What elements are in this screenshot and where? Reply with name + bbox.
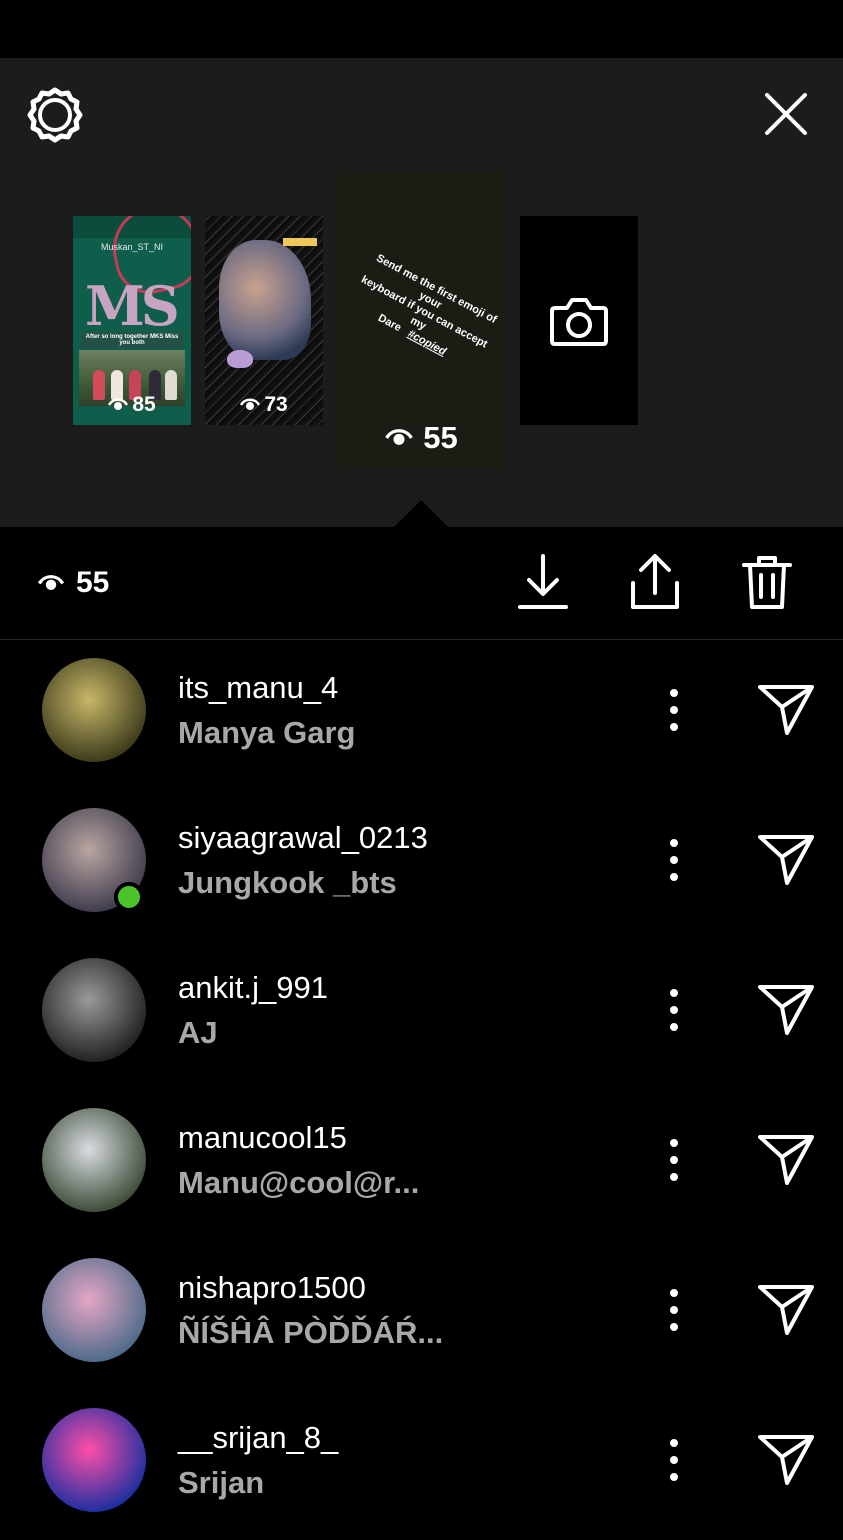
send-icon[interactable] [756, 982, 816, 1038]
close-icon[interactable] [758, 86, 814, 142]
trash-icon[interactable] [738, 550, 796, 614]
avatar[interactable] [42, 1408, 146, 1512]
eye-icon [38, 574, 64, 590]
viewer-row-4[interactable]: manucool15 Manu@cool@r... [0, 1090, 843, 1240]
send-icon[interactable] [756, 682, 816, 738]
viewer-row-5[interactable]: nishapro1500 ÑÍŠĤÂ PÒĎĎÁŔ... [0, 1240, 843, 1390]
selected-story-pointer [393, 500, 449, 528]
status-bar [0, 0, 843, 58]
viewer-full-name: AJ [178, 1015, 218, 1050]
send-icon[interactable] [756, 1132, 816, 1188]
more-options-icon[interactable] [656, 837, 692, 883]
eye-icon [240, 398, 261, 410]
viewer-full-name: Manu@cool@r... [178, 1165, 420, 1200]
more-options-icon[interactable] [656, 687, 692, 733]
camera-icon [550, 297, 608, 346]
viewer-username[interactable]: __srijan_8_ [178, 1420, 338, 1456]
story-1-caption: After so long together MKS Miss you both [81, 332, 183, 348]
viewer-username[interactable]: siyaagrawal_0213 [178, 820, 428, 856]
avatar[interactable] [42, 958, 146, 1062]
story-thumbnail-2[interactable]: 73 [205, 216, 323, 425]
send-icon[interactable] [756, 832, 816, 888]
viewer-username[interactable]: manucool15 [178, 1120, 347, 1156]
story-3-views: 55 [337, 420, 506, 456]
viewer-username[interactable]: nishapro1500 [178, 1270, 366, 1306]
story-3-view-count: 55 [423, 420, 458, 455]
download-icon[interactable] [514, 550, 572, 614]
online-indicator [114, 882, 144, 912]
add-story-camera-tile[interactable] [520, 216, 638, 425]
more-options-icon[interactable] [656, 1437, 692, 1483]
story-2-view-count: 73 [264, 393, 288, 416]
avatar[interactable] [42, 1108, 146, 1212]
viewer-full-name: Srijan [178, 1465, 265, 1500]
send-icon[interactable] [756, 1432, 816, 1488]
eye-icon [108, 398, 129, 410]
viewer-full-name: ÑÍŠĤÂ PÒĎĎÁŔ... [178, 1315, 444, 1350]
more-options-icon[interactable] [656, 987, 692, 1033]
story-3-text: Send me the first emoji of your keyboard… [359, 252, 499, 358]
viewer-full-name: Jungkook _bts [178, 865, 397, 900]
viewer-row-1[interactable]: its_manu_4 Manya Garg [0, 640, 843, 790]
share-icon[interactable] [626, 550, 684, 614]
viewer-username[interactable]: ankit.j_991 [178, 970, 328, 1006]
viewers-count[interactable]: 55 [38, 566, 109, 600]
more-options-icon[interactable] [656, 1287, 692, 1333]
story-actions-toolbar [0, 527, 843, 640]
story-1-chat-name: Muskan_ST_NI [100, 242, 164, 252]
avatar[interactable] [42, 658, 146, 762]
story-thumbnail-1[interactable]: Muskan_ST_NI MS After so long together M… [73, 216, 191, 425]
eye-icon [385, 429, 414, 445]
viewer-username[interactable]: its_manu_4 [178, 670, 338, 706]
story-thumbnail-3-selected[interactable]: Send me the first emoji of your keyboard… [337, 170, 506, 470]
viewer-row-2[interactable]: siyaagrawal_0213 Jungkook _bts [0, 790, 843, 940]
send-icon[interactable] [756, 1282, 816, 1338]
story-1-views: 85 [73, 393, 191, 417]
story-1-monogram: MS [85, 274, 180, 338]
settings-icon[interactable] [25, 85, 85, 145]
avatar[interactable] [42, 1258, 146, 1362]
viewers-count-value: 55 [76, 566, 110, 599]
viewer-row-3[interactable]: ankit.j_991 AJ [0, 940, 843, 1090]
story-2-views: 73 [205, 393, 323, 417]
story-1-view-count: 85 [132, 393, 156, 416]
viewer-full-name: Manya Garg [178, 715, 356, 750]
viewer-row-6[interactable]: __srijan_8_ Srijan [0, 1390, 843, 1540]
more-options-icon[interactable] [656, 1137, 692, 1183]
